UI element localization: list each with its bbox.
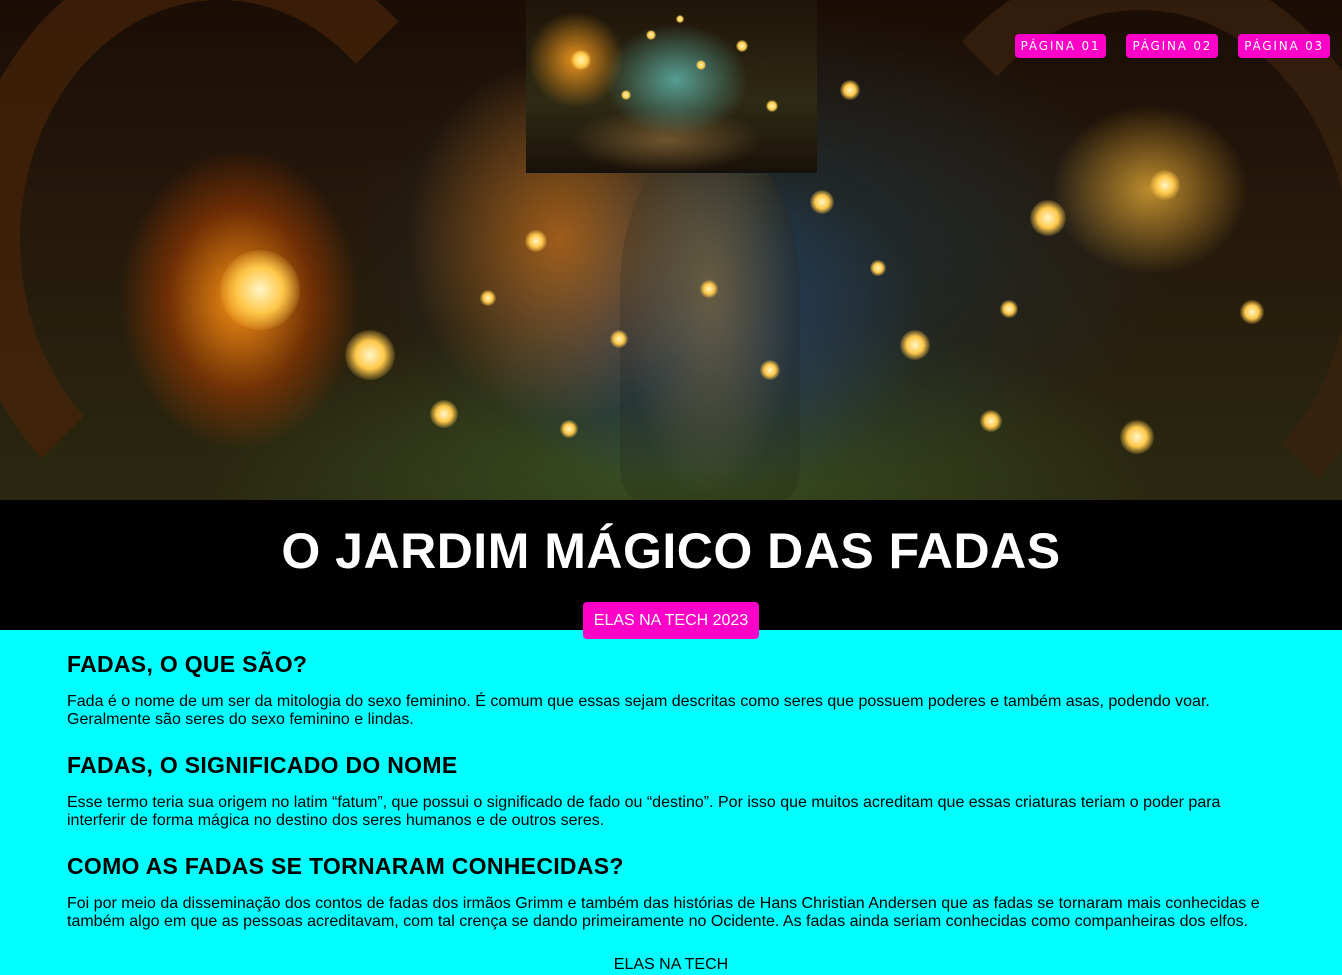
section-name-meaning: FADAS, O SIGNIFICADO DO NOME Esse termo … bbox=[67, 751, 1277, 830]
footer-text: ELAS NA TECH bbox=[613, 956, 729, 973]
section-heading: FADAS, O QUE SÃO? bbox=[67, 651, 308, 677]
firefly-light bbox=[700, 280, 718, 298]
section-heading: FADAS, O SIGNIFICADO DO NOME bbox=[67, 752, 458, 778]
top-nav: PÁGINA 01 PÁGINA 02 PÁGINA 03 bbox=[1014, 34, 1330, 58]
firefly-light bbox=[525, 230, 547, 252]
page-title: O JARDIM MÁGICO DAS FADAS bbox=[281, 523, 1061, 579]
tree-arch-left bbox=[0, 0, 480, 500]
footer: ELAS NA TECH bbox=[0, 956, 1342, 974]
firefly-light bbox=[1000, 300, 1018, 318]
firefly-light bbox=[480, 290, 496, 306]
firefly-light bbox=[766, 100, 778, 112]
firefly-light bbox=[621, 90, 631, 100]
section-text: Esse termo teria sua origem no latim “fa… bbox=[67, 794, 1221, 829]
firefly-light bbox=[760, 360, 780, 380]
firefly-light bbox=[696, 60, 706, 70]
firefly-light bbox=[646, 30, 656, 40]
firefly-light bbox=[610, 330, 628, 348]
section-heading: COMO AS FADAS SE TORNARAM CONHECIDAS? bbox=[67, 853, 624, 879]
firefly-light bbox=[980, 410, 1002, 432]
firefly-light bbox=[430, 400, 458, 428]
firefly-light bbox=[1240, 300, 1264, 324]
firefly-light bbox=[345, 330, 395, 380]
nav-link-pagina-02[interactable]: PÁGINA 02 bbox=[1126, 34, 1219, 58]
firefly-light bbox=[560, 420, 578, 438]
tree-arch-right bbox=[880, 0, 1342, 500]
section-text: Foi por meio da disseminação dos contos … bbox=[67, 895, 1260, 930]
firefly-light bbox=[676, 15, 684, 23]
section-what-are-fairies: FADAS, O QUE SÃO? Fada é o nome de um se… bbox=[67, 650, 1277, 729]
tree-trunk bbox=[620, 150, 800, 500]
firefly-light bbox=[810, 190, 834, 214]
firefly-light bbox=[736, 40, 748, 52]
firefly-light bbox=[900, 330, 930, 360]
nav-link-pagina-03[interactable]: PÁGINA 03 bbox=[1238, 34, 1330, 58]
main-content: FADAS, O QUE SÃO? Fada é o nome de um se… bbox=[67, 650, 1277, 953]
firefly-light bbox=[1030, 200, 1066, 236]
nav-link-pagina-01[interactable]: PÁGINA 01 bbox=[1014, 34, 1107, 58]
thumbnail-image bbox=[526, 0, 817, 173]
firefly-light bbox=[1120, 420, 1154, 454]
section-text: Fada é o nome de um ser da mitologia do … bbox=[67, 693, 1210, 728]
firefly-light bbox=[840, 80, 860, 100]
event-badge: ELAS NA TECH 2023 bbox=[583, 602, 759, 639]
firefly-light bbox=[220, 250, 300, 330]
section-how-known: COMO AS FADAS SE TORNARAM CONHECIDAS? Fo… bbox=[67, 852, 1277, 931]
firefly-light bbox=[870, 260, 886, 276]
firefly-light bbox=[1150, 170, 1180, 200]
firefly-light bbox=[571, 50, 591, 70]
